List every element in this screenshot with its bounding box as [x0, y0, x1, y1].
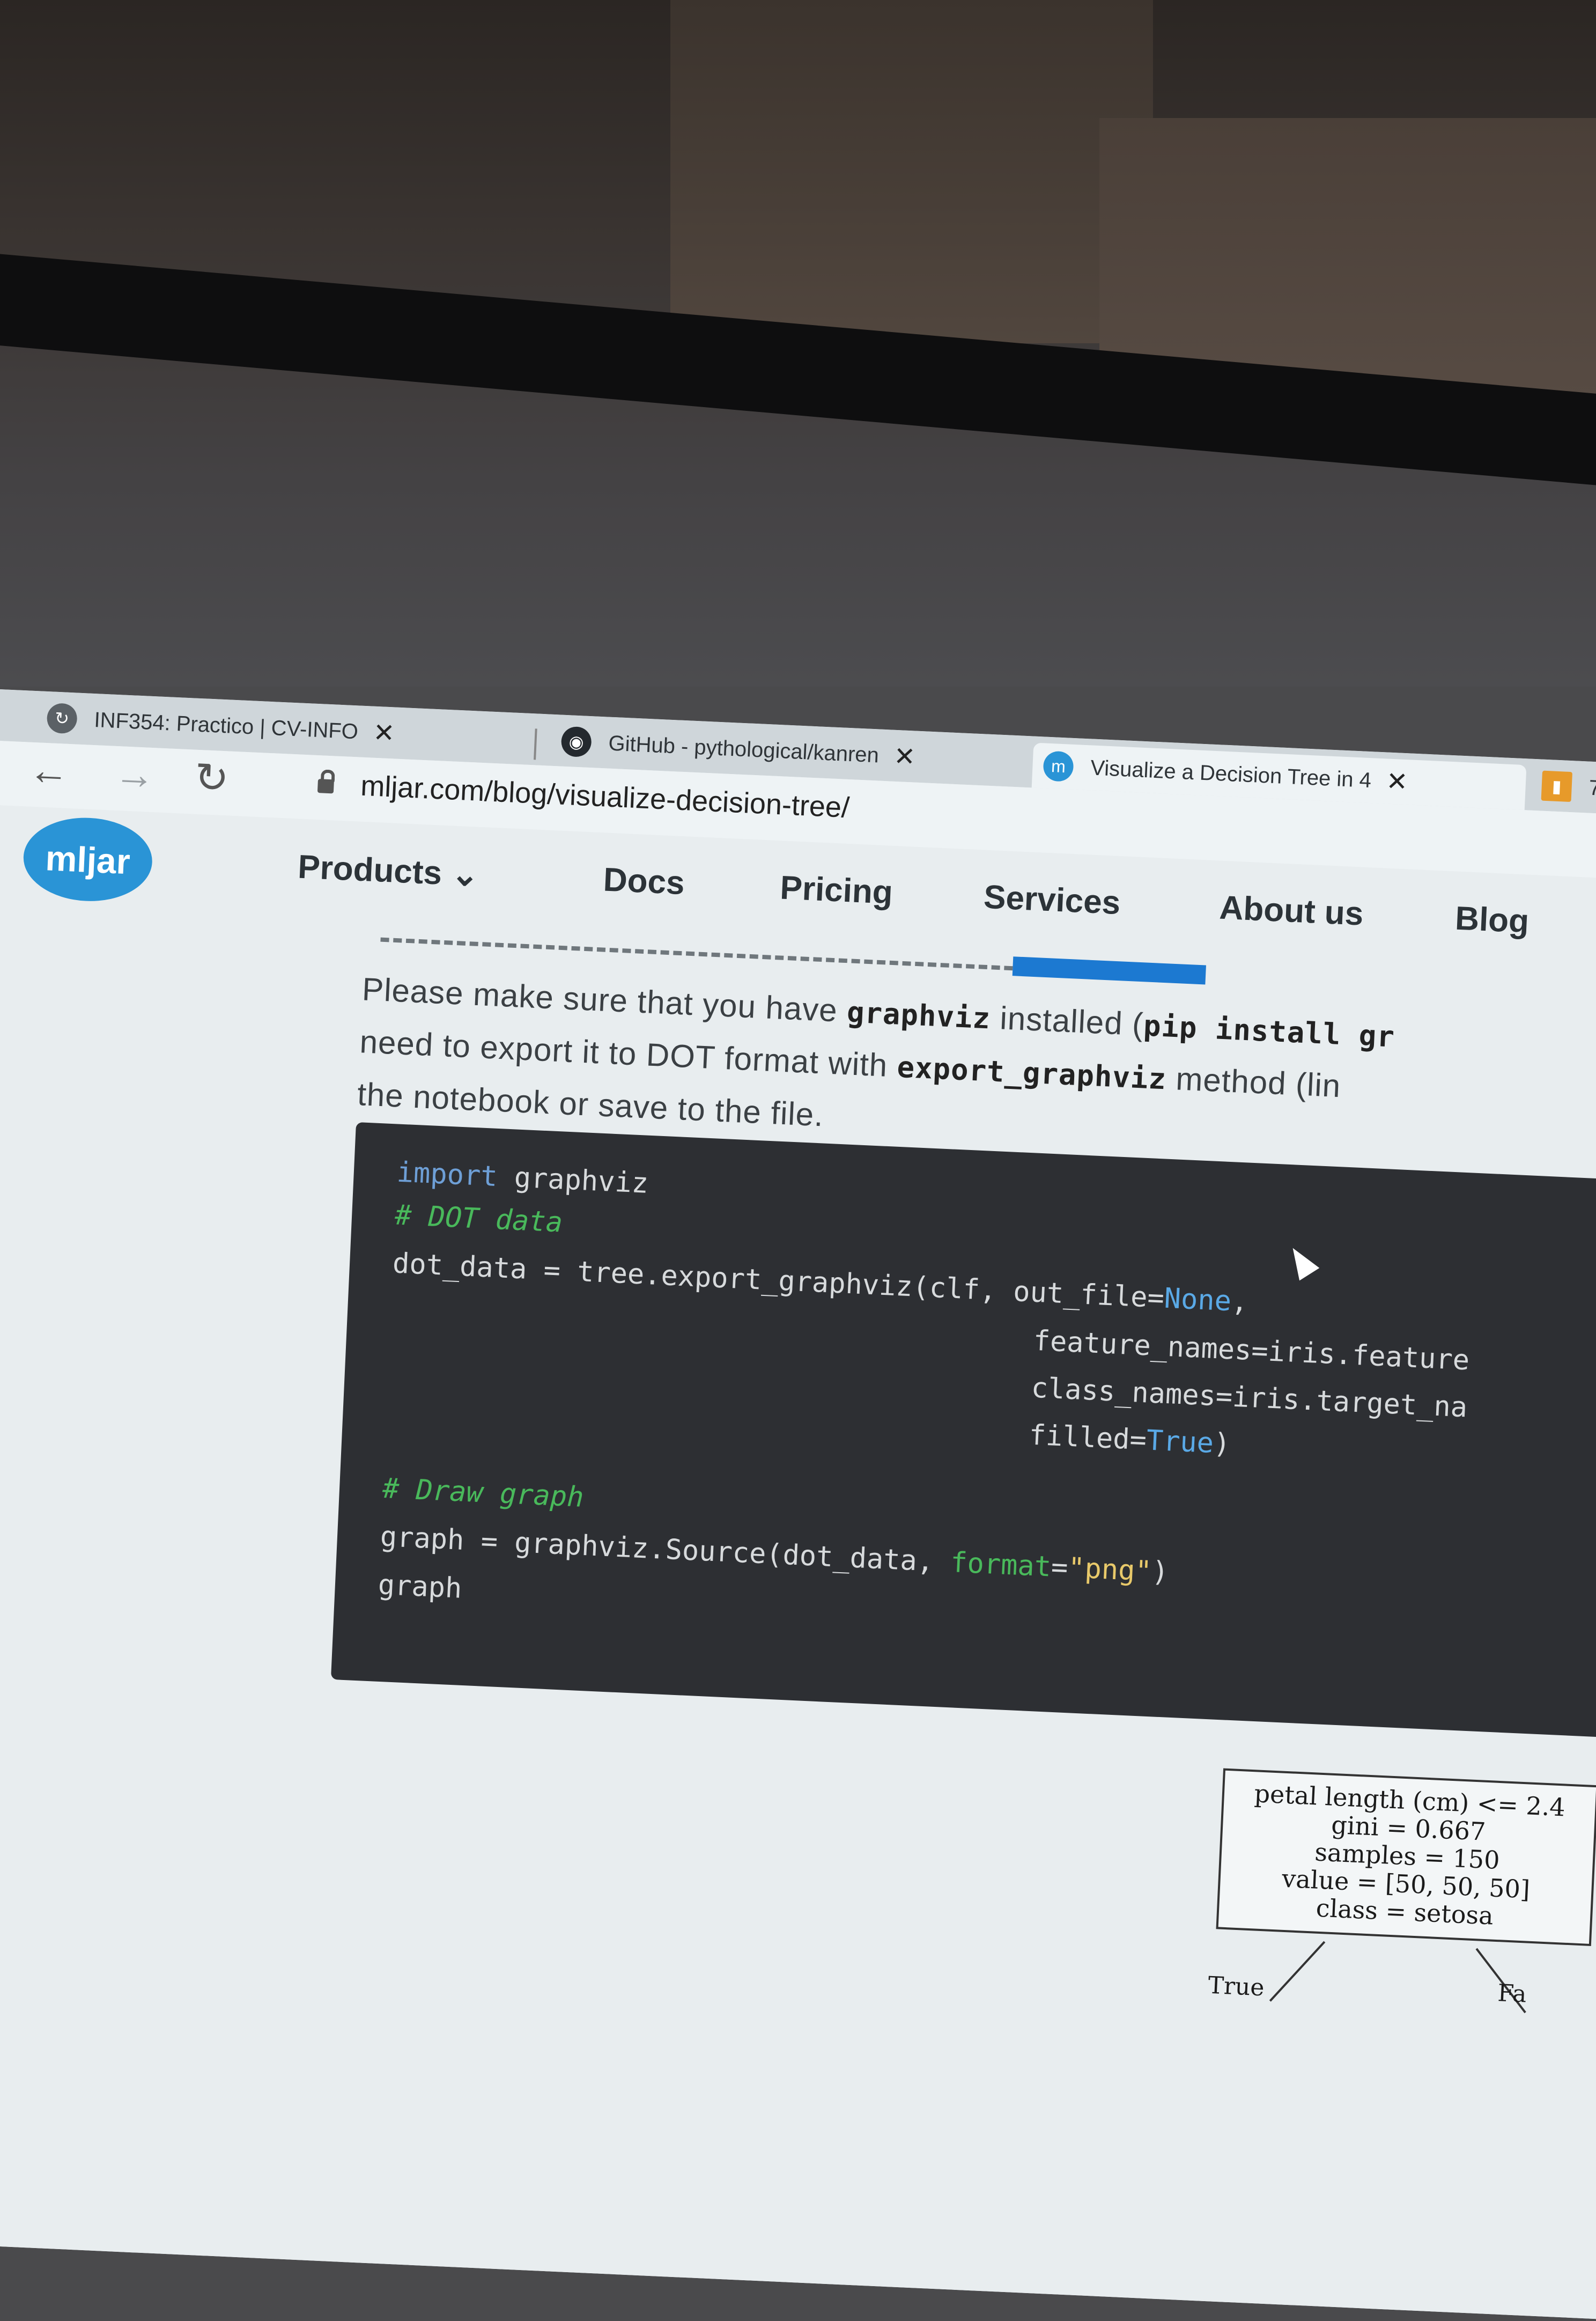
code-text: ): [1151, 1556, 1170, 1589]
browser-window: ↻ INF354: Practico | CV-INFO ✕ ◉ GitHub …: [0, 689, 1596, 2321]
string-literal: "png": [1067, 1552, 1153, 1588]
code-line: feature_names=iris.feature: [1032, 1324, 1471, 1377]
nav-products-label: Products: [297, 848, 443, 892]
code-text: filled=: [1028, 1419, 1148, 1457]
code-line: graph: [377, 1568, 463, 1605]
code-line: graph = graphviz.Source(dot_data, format…: [380, 1521, 1170, 1589]
tab-partial[interactable]: ▮ 7: [1530, 767, 1596, 812]
keyword: import: [396, 1156, 498, 1193]
nav-docs[interactable]: Docs: [602, 860, 685, 902]
tab-separator: [534, 728, 537, 760]
code-block: import graphviz # DOT data dot_data = tr…: [330, 1122, 1596, 1741]
keyword: format: [950, 1546, 1052, 1583]
inline-code: export_graphviz: [896, 1050, 1168, 1096]
text: method (lin: [1165, 1060, 1342, 1104]
tree-edge: [1269, 1941, 1326, 2002]
back-arrow-icon[interactable]: ←: [27, 747, 70, 794]
code-line: import graphviz: [396, 1156, 649, 1200]
tab-title: 7: [1588, 776, 1596, 800]
chart-icon: ▮: [1541, 770, 1573, 802]
address-bar[interactable]: mljar.com/blog/visualize-decision-tree/: [360, 769, 850, 824]
lock-icon: [317, 779, 335, 794]
room-background: [0, 0, 1596, 687]
nav-products[interactable]: Products ⌄: [297, 847, 480, 894]
background-box: [1099, 118, 1596, 397]
close-icon[interactable]: ✕: [373, 718, 396, 749]
inline-code: pip install gr: [1142, 1008, 1396, 1054]
code-line: class_names=iris.target_na: [1030, 1372, 1468, 1424]
code-comment: # DOT data: [394, 1199, 564, 1239]
tab-title: Visualize a Decision Tree in 4: [1090, 755, 1372, 792]
web-page: mljar Products ⌄ Docs Pricing Services A…: [0, 805, 1596, 2321]
selected-text-highlight: [1012, 956, 1206, 985]
code-line: filled=True): [1029, 1419, 1231, 1461]
code-text: =: [1050, 1551, 1069, 1584]
close-icon[interactable]: ✕: [1386, 766, 1409, 797]
nav-blog[interactable]: Blog: [1454, 900, 1530, 941]
tab-title: GitHub - pythological/kanren: [608, 731, 880, 767]
code-line: dot_data = tree.export_graphviz(clf, out…: [392, 1247, 1249, 1318]
code-text: graphviz: [497, 1161, 649, 1200]
keyword: True: [1146, 1424, 1215, 1460]
partial-text-line: [380, 937, 1013, 971]
nav-pricing[interactable]: Pricing: [779, 868, 893, 911]
moodle-icon: ↻: [46, 703, 78, 734]
chevron-down-icon: ⌄: [450, 855, 480, 894]
tab-title: INF354: Practico | CV-INFO: [93, 708, 359, 743]
close-icon[interactable]: ✕: [893, 741, 917, 772]
edge-label-false: Fa: [1497, 1979, 1527, 2008]
nav-about-us[interactable]: About us: [1218, 889, 1364, 933]
github-icon: ◉: [560, 726, 592, 758]
code-text: ): [1213, 1427, 1231, 1461]
code-text: dot_data = tree.export_graphviz(clf, out…: [391, 1247, 1165, 1315]
code-text: ,: [1230, 1285, 1249, 1318]
background-box: [670, 0, 1153, 343]
mljar-logo[interactable]: mljar: [21, 815, 154, 904]
nav-services[interactable]: Services: [983, 878, 1121, 923]
keyword: None: [1163, 1282, 1232, 1318]
text: installed (: [989, 999, 1144, 1043]
code-comment: # Draw graph: [381, 1472, 585, 1514]
decision-tree-root-node: petal length (cm) <= 2.4 gini = 0.667 sa…: [1216, 1768, 1596, 1946]
edge-label-true: True: [1207, 1971, 1265, 2002]
forward-arrow-icon[interactable]: →: [113, 751, 156, 798]
mljar-icon: m: [1043, 750, 1074, 782]
reload-icon[interactable]: ↻: [194, 755, 230, 802]
inline-code: graphviz: [846, 995, 992, 1036]
code-text: graph = graphviz.Source(dot_data,: [379, 1520, 951, 1579]
mouse-cursor-icon: [1283, 1241, 1320, 1281]
